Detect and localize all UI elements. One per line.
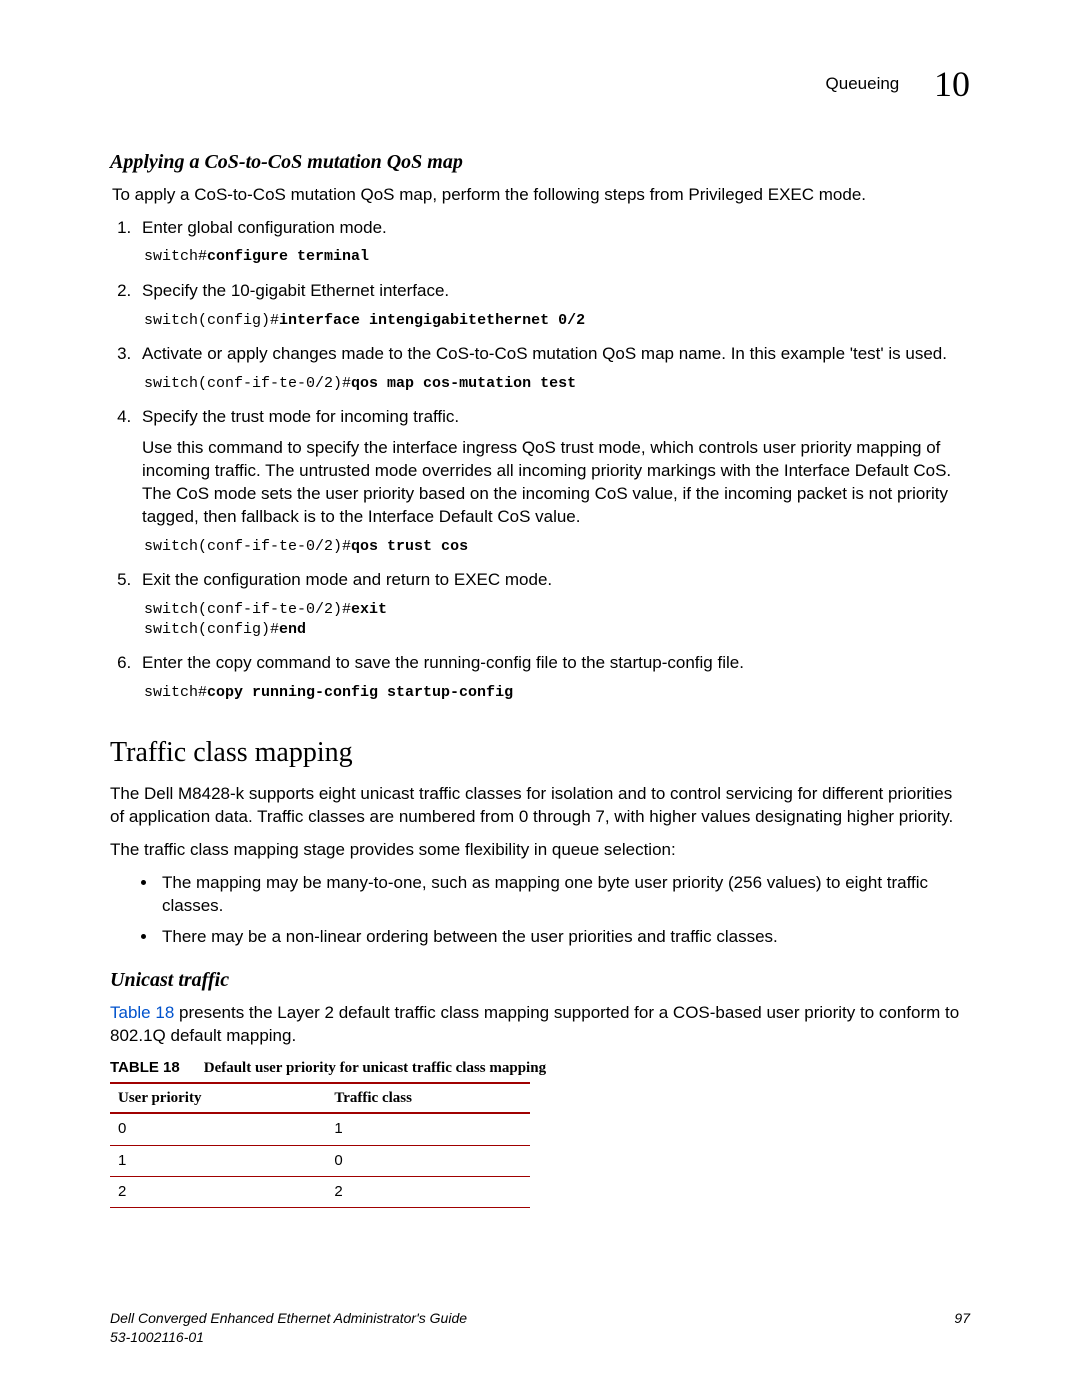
code-command: interface intengigabitethernet 0/2 [279, 312, 585, 329]
code-command: exit [351, 601, 387, 618]
header-section: Queueing [826, 74, 900, 93]
step-4: Specify the trust mode for incoming traf… [136, 406, 970, 557]
code-block: switch(conf-if-te-0/2)#qos map cos-mutat… [144, 374, 970, 394]
section-paragraph: The Dell M8428-k supports eight unicast … [110, 783, 970, 829]
page-number: 97 [954, 1309, 970, 1328]
step-text: Enter the copy command to save the runni… [142, 652, 970, 675]
table-cell: 2 [110, 1176, 326, 1207]
bullet-list: The mapping may be many-to-one, such as … [110, 872, 970, 949]
section-title: Traffic class mapping [110, 734, 970, 772]
code-prompt: switch# [144, 684, 207, 701]
table-number: TABLE 18 [110, 1059, 180, 1076]
footer-title: Dell Converged Enhanced Ethernet Adminis… [110, 1310, 467, 1326]
code-command: end [279, 621, 306, 638]
subsection-title-2: Unicast traffic [110, 967, 970, 994]
doc-id: 53-1002116-01 [110, 1328, 970, 1347]
code-block: switch(conf-if-te-0/2)#qos trust cos [144, 537, 970, 557]
code-command: configure terminal [207, 248, 369, 265]
page-footer: Dell Converged Enhanced Ethernet Adminis… [110, 1309, 970, 1347]
code-block: switch#copy running-config startup-confi… [144, 683, 970, 703]
unicast-intro: Table 18 presents the Layer 2 default tr… [110, 1002, 970, 1048]
step-text: Exit the configuration mode and return t… [142, 569, 970, 592]
table-link[interactable]: Table 18 [110, 1003, 174, 1022]
code-prompt: switch(conf-if-te-0/2)# [144, 375, 351, 392]
step-6: Enter the copy command to save the runni… [136, 652, 970, 703]
step-3: Activate or apply changes made to the Co… [136, 343, 970, 394]
code-block: switch(config)#interface intengigabiteth… [144, 311, 970, 331]
table-cell: 2 [326, 1176, 530, 1207]
code-prompt: switch(config)# [144, 312, 279, 329]
table-row: 2 2 [110, 1176, 530, 1207]
bullet-item: There may be a non-linear ordering betwe… [158, 926, 970, 949]
section-paragraph: The traffic class mapping stage provides… [110, 839, 970, 862]
step-5: Exit the configuration mode and return t… [136, 569, 970, 640]
step-text: Activate or apply changes made to the Co… [142, 343, 970, 366]
code-command: qos map cos-mutation test [351, 375, 576, 392]
page: Queueing 10 Applying a CoS-to-CoS mutati… [0, 0, 1080, 1397]
table-cell: 0 [326, 1145, 530, 1176]
bullet-item: The mapping may be many-to-one, such as … [158, 872, 970, 918]
code-prompt: switch(conf-if-te-0/2)# [144, 601, 351, 618]
code-prompt: switch# [144, 248, 207, 265]
code-block: switch(conf-if-te-0/2)#exit switch(confi… [144, 600, 970, 641]
step-1: Enter global configuration mode. switch#… [136, 217, 970, 268]
table-cell: 0 [110, 1113, 326, 1145]
page-header: Queueing 10 [110, 60, 970, 109]
step-extra: Use this command to specify the interfac… [142, 437, 970, 529]
table-row: 1 0 [110, 1145, 530, 1176]
table-cell: 1 [110, 1145, 326, 1176]
step-text: Enter global configuration mode. [142, 217, 970, 240]
table-cell: 1 [326, 1113, 530, 1145]
step-2: Specify the 10-gigabit Ethernet interfac… [136, 280, 970, 331]
table-caption: Default user priority for unicast traffi… [204, 1060, 546, 1076]
step-text: Specify the 10-gigabit Ethernet interfac… [142, 280, 970, 303]
code-command: copy running-config startup-config [207, 684, 513, 701]
table-title: TABLE 18 Default user priority for unicas… [110, 1058, 970, 1078]
steps-list: Enter global configuration mode. switch#… [110, 217, 970, 704]
intro-paragraph: To apply a CoS-to-CoS mutation QoS map, … [112, 184, 970, 207]
table-row: 0 1 [110, 1113, 530, 1145]
table-header: User priority [110, 1083, 326, 1113]
code-command: qos trust cos [351, 538, 468, 555]
priority-table: User priority Traffic class 0 1 1 0 2 2 [110, 1082, 530, 1208]
table-header: Traffic class [326, 1083, 530, 1113]
unicast-rest: presents the Layer 2 default traffic cla… [110, 1003, 959, 1045]
code-prompt: switch(conf-if-te-0/2)# [144, 538, 351, 555]
chapter-number: 10 [934, 64, 970, 104]
code-prompt: switch(config)# [144, 621, 279, 638]
step-text: Specify the trust mode for incoming traf… [142, 406, 970, 429]
code-block: switch#configure terminal [144, 247, 970, 267]
subsection-title-1: Applying a CoS-to-CoS mutation QoS map [110, 149, 970, 176]
